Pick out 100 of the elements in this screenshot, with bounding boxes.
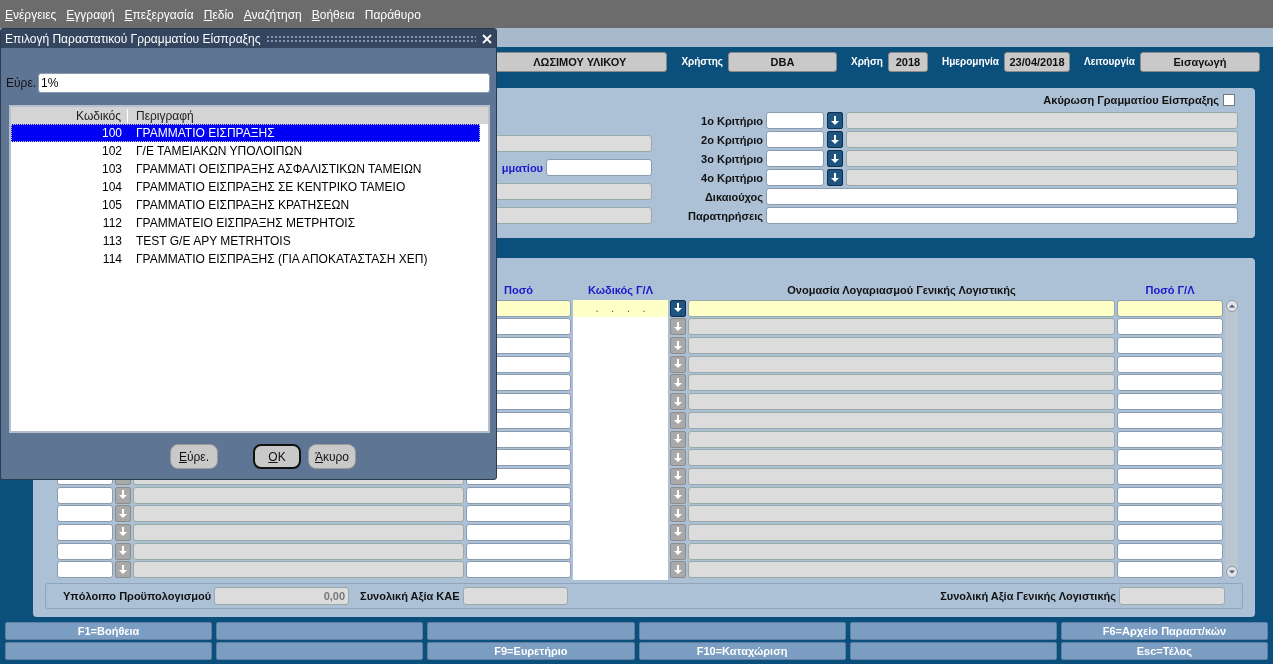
input-field[interactable]: [766, 131, 824, 148]
menu-item[interactable]: Παράθυρο: [364, 8, 421, 22]
amount-field[interactable]: [1117, 523, 1223, 541]
list-row[interactable]: 105 ΓΡΑΜΜΑΤΙΟ ΕΙΣΠΡΑΞΗΣ ΚΡΑΤΗΣΕΩΝ: [11, 196, 480, 214]
input-field[interactable]: [766, 207, 1238, 224]
arrow-down-icon: [673, 339, 683, 352]
arrow-down-icon: [673, 470, 683, 483]
code-text: 113: [101, 234, 123, 248]
menu-item[interactable]: Εγγραφή: [66, 8, 115, 22]
list-row[interactable]: 104 ΓΡΑΜΜΑΤΙΟ ΕΙΣΠΡΑΞΗΣ ΣΕ ΚΕΝΤΡΙΚΟ ΤΑΜΕΙΟ: [11, 178, 480, 196]
arrow-down-icon: [830, 133, 840, 146]
scroll-down-icon[interactable]: [1225, 566, 1238, 579]
description-text: Γ/Ε ΤΑΜΕΙΑΚΩΝ ΥΠΟΛΟΙΠΩΝ: [136, 144, 304, 158]
list-row[interactable]: 112 ΓΡΑΜΜΑΤΕΙΟ ΕΙΣΠΡΑΞΗΣ ΜΕΤΡΗΤΟΙΣ: [11, 214, 480, 232]
description-text: ΓΡΑΜΜΑΤΙΟ ΕΙΣΠΡΑΞΗΣ: [136, 126, 276, 140]
scrollbar[interactable]: [480, 107, 488, 124]
function-key-button[interactable]: [5, 642, 213, 660]
dropdown-button[interactable]: [670, 299, 686, 317]
description-text: ΓΡΑΜΜΑΤΙΟ ΕΙΣΠΡΑΞΗΣ (ΓΙΑ ΑΠΟΚΑΤΑΣΤΑΣΗ ΧΕΠ): [136, 252, 429, 266]
input-field[interactable]: [57, 505, 113, 523]
arrow-down-icon: [673, 433, 683, 445]
checkbox[interactable]: [1223, 94, 1235, 106]
amount-field[interactable]: [466, 542, 571, 560]
amount-field[interactable]: [1117, 467, 1223, 485]
amount-field[interactable]: [1117, 561, 1223, 579]
amount-field[interactable]: [1117, 318, 1223, 336]
amount-field[interactable]: [1117, 337, 1223, 355]
menu-item[interactable]: Αναζήτηση: [243, 8, 302, 22]
function-key-button[interactable]: [638, 622, 846, 640]
arrow-down-icon: [830, 171, 840, 184]
menu-item[interactable]: Πεδίο: [203, 8, 234, 22]
input-field[interactable]: [57, 561, 113, 579]
amount-field[interactable]: [1117, 505, 1223, 523]
input-field[interactable]: [766, 150, 824, 167]
input-field[interactable]: [57, 523, 113, 541]
function-key-button[interactable]: [849, 622, 1057, 640]
amount-field[interactable]: [1117, 355, 1223, 373]
amount-field[interactable]: [466, 505, 571, 523]
arrow-down-icon: [673, 395, 683, 408]
input-field[interactable]: [57, 486, 113, 504]
dialog-button[interactable]: OK: [253, 444, 301, 469]
dropdown-button[interactable]: [827, 169, 843, 186]
amount-field[interactable]: [1117, 299, 1223, 317]
amount-field[interactable]: [466, 523, 571, 541]
list-row[interactable]: 103 ΓΡΑΜΜΑΤΙ ΟΕΙΣΠΡΑΞΗΣ ΑΣΦΑΛΙΣΤΙΚΩΝ ΤΑΜΕΙΩΝ: [11, 160, 480, 178]
function-key-button[interactable]: [427, 622, 635, 640]
list-row[interactable]: 102 Γ/Ε ΤΑΜΕΙΑΚΩΝ ΥΠΟΛΟΙΠΩΝ: [11, 142, 480, 160]
input-field[interactable]: [766, 188, 1238, 205]
input-field[interactable]: [766, 112, 824, 129]
close-icon[interactable]: [482, 33, 492, 44]
field-label: μματίου: [501, 161, 543, 174]
list-row[interactable]: 114 ΓΡΑΜΜΑΤΙΟ ΕΙΣΠΡΑΞΗΣ (ΓΙΑ ΑΠΟΚΑΤΑΣΤΑΣΗ ΧΕΠ): [11, 250, 480, 268]
amount-field[interactable]: [1117, 486, 1223, 504]
account-code-field[interactable]: [573, 561, 668, 579]
amount-field[interactable]: [1117, 430, 1223, 448]
arrow-down-icon: [118, 526, 128, 539]
amount-field[interactable]: [1117, 374, 1223, 392]
function-key-button[interactable]: [216, 622, 424, 640]
arrow-down-icon: [673, 489, 683, 502]
header-field: 2018: [887, 52, 928, 72]
column-header: Ποσό: [503, 284, 534, 296]
account-code-field[interactable]: [573, 318, 668, 336]
list-row[interactable]: 113 TEST G/E APY METRHTOIS: [11, 232, 480, 250]
input-field[interactable]: [766, 169, 824, 186]
account-code-field[interactable]: . . . .: [573, 299, 668, 317]
search-field[interactable]: 1%: [38, 73, 490, 93]
arrow-down-icon: [118, 545, 128, 558]
dropdown-button[interactable]: [827, 112, 843, 129]
dropdown-button[interactable]: [827, 150, 843, 167]
amount-field[interactable]: [466, 561, 571, 579]
code-text: 105: [100, 198, 123, 212]
dropdown-button[interactable]: [827, 131, 843, 148]
amount-field[interactable]: [1117, 411, 1223, 429]
menu-item[interactable]: Επεξεργασία: [124, 8, 194, 22]
input-field[interactable]: [57, 542, 113, 560]
dialog-button[interactable]: Εύρε.: [170, 444, 218, 469]
arrow-down-icon: [118, 489, 128, 502]
menu-item[interactable]: Βοήθεια: [311, 8, 355, 22]
field-label: 2ο Κριτήριο: [701, 133, 763, 146]
arrow-down-icon: [673, 563, 683, 576]
function-key-button[interactable]: [216, 642, 424, 660]
header-field: 23/04/2018: [1004, 52, 1070, 72]
arrow-down-icon: [673, 451, 683, 464]
description-text: ΓΡΑΜΜΑΤΙΟ ΕΙΣΠΡΑΞΗΣ ΚΡΑΤΗΣΕΩΝ: [136, 198, 351, 212]
amount-field[interactable]: [466, 486, 571, 504]
arrow-down-icon: [673, 358, 683, 371]
arrow-down-icon: [673, 545, 683, 558]
arrow-down-icon: [673, 376, 683, 389]
field-label: Χρήση: [851, 55, 883, 69]
scroll-up-icon[interactable]: [1225, 299, 1238, 312]
function-key-button[interactable]: [849, 642, 1057, 660]
amount-field[interactable]: [1117, 449, 1223, 467]
amount-field[interactable]: [1117, 542, 1223, 560]
scrollbar[interactable]: [1225, 299, 1238, 579]
input-field[interactable]: [546, 159, 652, 176]
list-row[interactable]: 100 ΓΡΑΜΜΑΤΙΟ ΕΙΣΠΡΑΞΗΣ: [11, 124, 480, 142]
dialog-button[interactable]: Άκυρο: [308, 444, 356, 469]
amount-field[interactable]: [1117, 393, 1223, 411]
menu-item[interactable]: Ενέργειες: [5, 8, 57, 22]
total-field: 0,00: [214, 587, 350, 606]
